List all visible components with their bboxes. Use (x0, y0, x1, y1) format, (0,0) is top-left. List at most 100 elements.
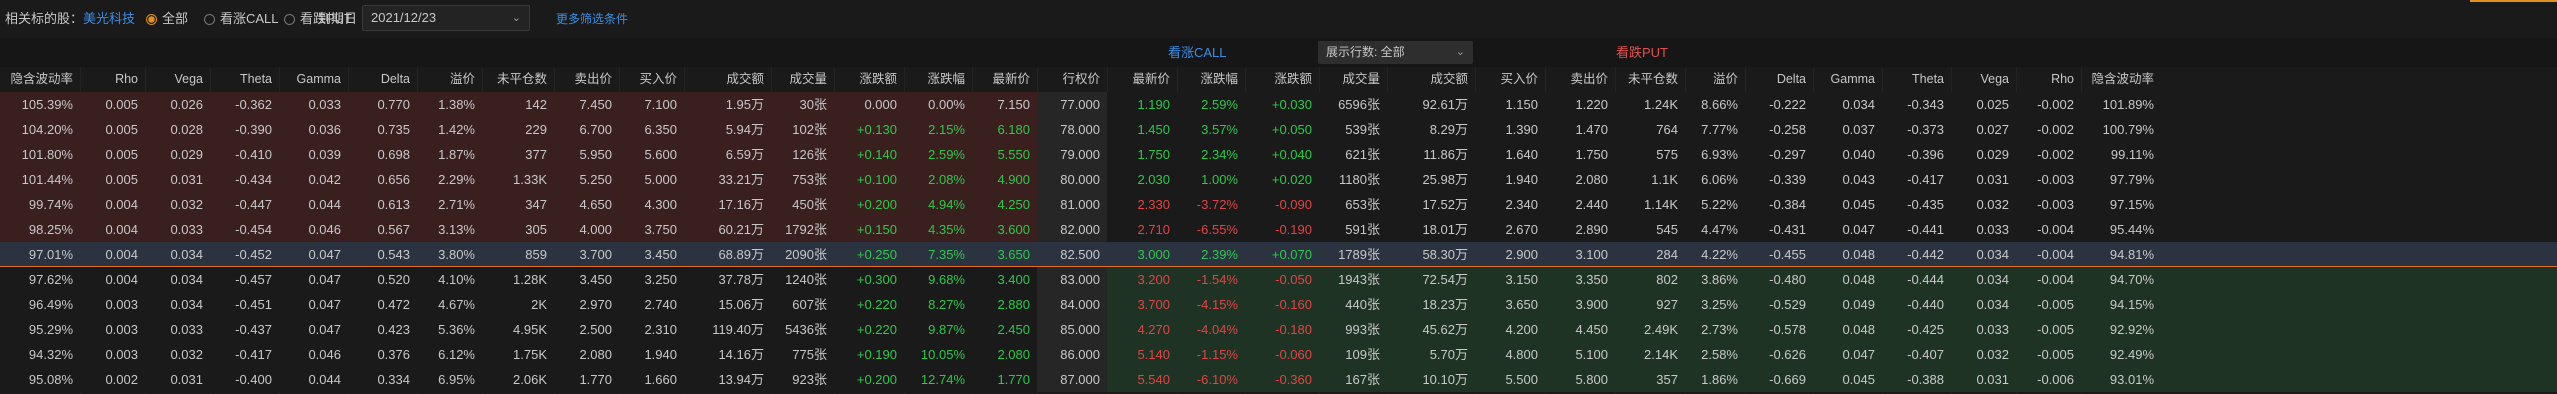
table-cell: -0.457 (235, 272, 272, 287)
column-header[interactable]: 行权价 (1037, 67, 1107, 92)
table-cell: 5.22% (1701, 197, 1738, 212)
column-header[interactable]: 买入价 (619, 67, 684, 92)
table-cell: 859 (525, 247, 547, 262)
rows-select[interactable]: 展示行数: 全部 ⌄ (1318, 41, 1473, 64)
table-cell: 5.250 (579, 172, 612, 187)
column-header[interactable]: 成交量 (1319, 67, 1387, 92)
table-cell: 539张 (1345, 122, 1380, 137)
column-header[interactable]: 涨跌幅 (904, 67, 972, 92)
column-header[interactable]: 卖出价 (554, 67, 619, 92)
table-row[interactable]: 94.32% 0.003 0.032 -0.417 0.046 0.376 6.12% 1.7… (0, 342, 2557, 367)
column-header[interactable]: Delta (348, 67, 417, 92)
table-cell: 0.046 (308, 347, 341, 362)
column-header[interactable]: Delta (1745, 67, 1813, 92)
table-cell: 0.047 (308, 247, 341, 262)
column-header[interactable]: Rho (2016, 67, 2081, 92)
column-header[interactable]: 涨跌幅 (1177, 67, 1245, 92)
table-cell: 25.98万 (1422, 172, 1468, 187)
table-row[interactable]: 95.29% 0.003 0.033 -0.437 0.047 0.423 5.36% 4.9… (0, 317, 2557, 342)
table-cell: 6.700 (579, 122, 612, 137)
table-cell: -0.442 (1907, 247, 1944, 262)
column-header[interactable]: 隐含波动率 (0, 67, 80, 92)
related-stock-link[interactable]: 美光科技 (83, 11, 135, 26)
table-row[interactable]: 101.44% 0.005 0.031 -0.434 0.042 0.656 2.29% 1.… (0, 167, 2557, 192)
table-cell: -0.529 (1769, 297, 1806, 312)
table-cell: 0.520 (377, 272, 410, 287)
table-cell: 0.334 (377, 372, 410, 387)
table-cell: 284 (1656, 247, 1678, 262)
more-filters-link[interactable]: 更多筛选条件 (556, 0, 628, 38)
table-cell: -0.003 (2037, 197, 2074, 212)
table-cell: 0.376 (377, 347, 410, 362)
table-row[interactable]: 97.62% 0.004 0.034 -0.457 0.047 0.520 4.10% 1.2… (0, 267, 2557, 292)
column-header[interactable]: Theta (210, 67, 279, 92)
table-row[interactable]: 99.74% 0.004 0.032 -0.447 0.044 0.613 2.71% 347… (0, 192, 2557, 217)
table-row[interactable]: 101.80% 0.005 0.029 -0.410 0.039 0.698 1.87% 37… (0, 142, 2557, 167)
table-cell: 0.034 (1976, 297, 2009, 312)
table-row[interactable]: 97.01% 0.004 0.034 -0.452 0.047 0.543 3.80% 859… (0, 242, 2557, 267)
table-cell: 12.74% (920, 372, 965, 387)
table-cell: -0.160 (1275, 297, 1312, 312)
filter-all[interactable]: 全部 (146, 0, 188, 38)
table-cell: 0.034 (1976, 272, 2009, 287)
table-cell: 0.031 (170, 172, 203, 187)
column-header[interactable]: 买入价 (1475, 67, 1545, 92)
table-cell: 621张 (1345, 147, 1380, 162)
column-header[interactable]: Rho (80, 67, 145, 92)
table-cell: 7.100 (644, 97, 677, 112)
column-header[interactable]: Vega (1951, 67, 2016, 92)
table-cell: 2.29% (438, 172, 475, 187)
table-cell: 2.030 (1137, 172, 1170, 187)
column-header[interactable]: Gamma (279, 67, 348, 92)
table-cell: 1.38% (438, 97, 475, 112)
table-row[interactable]: 98.25% 0.004 0.033 -0.454 0.046 0.567 3.13% 305… (0, 217, 2557, 242)
table-cell: 87.000 (1060, 372, 1100, 387)
table-row[interactable]: 95.08% 0.002 0.031 -0.400 0.044 0.334 6.95% 2.0… (0, 367, 2557, 392)
table-row[interactable]: 105.39% 0.005 0.026 -0.362 0.033 0.770 1.38% 14… (0, 92, 2557, 117)
table-cell: +0.030 (1271, 97, 1312, 112)
table-cell: 0.049 (1842, 297, 1875, 312)
expiry-select[interactable]: 2021/12/23 ⌄ (362, 5, 530, 31)
table-cell: +0.150 (856, 222, 897, 237)
column-header[interactable]: 未平仓数 (482, 67, 554, 92)
table-cell: 0.039 (308, 147, 341, 162)
column-header[interactable]: 成交量 (771, 67, 834, 92)
table-cell: 6.12% (438, 347, 475, 362)
column-header[interactable]: Vega (145, 67, 210, 92)
table-cell: 0.002 (105, 372, 138, 387)
column-header[interactable]: 成交额 (684, 67, 771, 92)
table-row[interactable]: 96.49% 0.003 0.034 -0.451 0.047 0.472 4.67% 2K 2… (0, 292, 2557, 317)
column-header[interactable]: 成交额 (1387, 67, 1475, 92)
table-cell: -0.441 (1907, 222, 1944, 237)
table-header-row: 隐含波动率 Rho Vega Theta Gamma Delta 溢价 未平仓数 卖出价 买入价成… (0, 67, 2557, 92)
table-cell: 4.250 (997, 197, 1030, 212)
column-header[interactable]: Theta (1882, 67, 1951, 92)
column-header[interactable]: Gamma (1813, 67, 1882, 92)
column-header[interactable]: 最新价 (972, 67, 1037, 92)
table-cell: 2.080 (579, 347, 612, 362)
column-header[interactable]: 最新价 (1107, 67, 1177, 92)
table-cell: 0.032 (170, 197, 203, 212)
column-header[interactable]: 涨跌额 (1245, 67, 1319, 92)
table-cell: 0.004 (105, 272, 138, 287)
table-cell: +0.220 (856, 297, 897, 312)
filter-call[interactable]: 看涨CALL (204, 0, 279, 38)
table-cell: 98.25% (28, 222, 73, 237)
radio-icon (146, 14, 157, 25)
table-cell: 0.044 (308, 197, 341, 212)
table-cell: -0.451 (235, 297, 272, 312)
table-cell: -6.10% (1196, 372, 1238, 387)
section-header (0, 38, 2557, 67)
table-cell: 2.59% (928, 147, 965, 162)
table-cell: 2.71% (438, 197, 475, 212)
table-cell: 1.940 (1505, 172, 1538, 187)
column-header[interactable]: 溢价 (1685, 67, 1745, 92)
column-header[interactable]: 未平仓数 (1615, 67, 1685, 92)
column-header[interactable]: 隐含波动率 (2081, 67, 2161, 92)
table-cell: 2.08% (928, 172, 965, 187)
column-header[interactable]: 卖出价 (1545, 67, 1615, 92)
table-cell: 305 (525, 222, 547, 237)
table-row[interactable]: 104.20% 0.005 0.028 -0.390 0.036 0.735 1.42% 22… (0, 117, 2557, 142)
column-header[interactable]: 溢价 (417, 67, 482, 92)
column-header[interactable]: 涨跌额 (834, 67, 904, 92)
